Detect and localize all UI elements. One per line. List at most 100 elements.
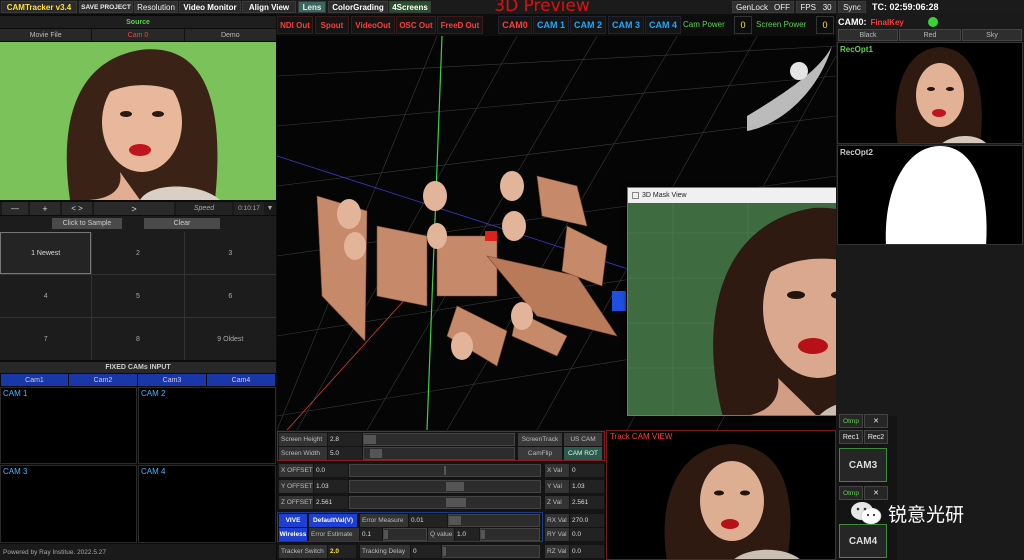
prev-frame-button[interactable]: — [2, 202, 28, 215]
z-offset-slider[interactable] [349, 496, 541, 509]
screen-width-knob[interactable] [370, 449, 382, 458]
y-offset-value[interactable]: 1.03 [314, 480, 348, 493]
play-button[interactable]: > [94, 202, 174, 215]
tab-black[interactable]: Black [838, 29, 898, 41]
cam-flip-button[interactable]: CamFlip [518, 447, 562, 460]
cam3-button[interactable]: CAM 3 [608, 16, 644, 34]
error-measure-value[interactable]: 0.01 [409, 514, 447, 527]
ndi-out-button[interactable]: NDI Out [277, 16, 313, 34]
swap-button[interactable]: < > [62, 202, 92, 215]
screen-width-slider[interactable] [363, 447, 515, 460]
save-project-button[interactable]: SAVE PROJECT [79, 1, 133, 13]
error-measure-slider[interactable] [448, 514, 540, 527]
x-offset-value[interactable]: 0.0 [314, 464, 348, 477]
rec1-button[interactable]: Rec1 [839, 430, 863, 444]
click-to-sample-button[interactable]: Click to Sample [52, 218, 122, 229]
next-frame-button[interactable]: + [30, 202, 60, 215]
x-offset-slider[interactable] [349, 464, 541, 477]
otmp-button[interactable]: Otmp [839, 414, 863, 428]
rec-opt2-view[interactable]: RecOpt2 [837, 145, 1023, 245]
freed-out-button[interactable]: FreeD Out [437, 16, 483, 34]
clear-button[interactable]: Clear [144, 218, 220, 229]
cam0-button[interactable]: CAM0 [498, 16, 532, 34]
cam-rot-button[interactable]: CAM ROT [564, 447, 602, 460]
genlock-indicator[interactable]: GenLock OFF [732, 1, 794, 13]
resolution-button[interactable]: Resolution [134, 1, 178, 13]
sample-slot[interactable]: 7 [0, 318, 92, 360]
fixed-cam4-selector[interactable]: Cam4 [207, 374, 275, 386]
error-estimate-value[interactable]: 0.1 [360, 528, 382, 541]
time-display: 0:10:17 [234, 202, 264, 215]
z-offset-value[interactable]: 2.561 [314, 496, 348, 509]
screen-power-value[interactable]: 0 [816, 16, 834, 34]
rec2-button[interactable]: Rec2 [864, 430, 888, 444]
rec-opt1-view[interactable]: RecOpt1 [837, 42, 1023, 144]
default-val-button[interactable]: DefaultVal(V) [309, 514, 357, 527]
align-view-button[interactable]: Align View [242, 1, 296, 13]
x-offset-knob[interactable] [444, 466, 446, 475]
color-grading-button[interactable]: ColorGrading [328, 1, 388, 13]
track-cam-view[interactable]: Track CAM VIEW [606, 430, 836, 560]
cam1-button[interactable]: CAM 1 [533, 16, 569, 34]
z-offset-knob[interactable] [446, 498, 466, 507]
spout-button[interactable]: Spout [315, 16, 349, 34]
fixed-cam1-view[interactable]: CAM 1 [0, 387, 137, 464]
screen-width-value[interactable]: 5.0 [328, 447, 362, 460]
q-value-slider[interactable] [480, 528, 540, 541]
sync-button[interactable]: Sync [838, 1, 866, 13]
sample-slot[interactable]: 5 [92, 275, 184, 317]
tracking-delay-value[interactable]: 0 [411, 545, 441, 558]
us-cam-button[interactable]: US CAM [564, 433, 602, 446]
speed-slider[interactable]: Speed [176, 202, 232, 215]
screen-height-knob[interactable] [364, 435, 376, 444]
fixed-cam4-view[interactable]: CAM 4 [138, 465, 276, 543]
q-value-value[interactable]: 1.0 [455, 528, 479, 541]
video-out-button[interactable]: VideoOut [351, 16, 395, 34]
sample-slot[interactable]: 3 [184, 232, 276, 274]
error-measure-knob[interactable] [449, 516, 461, 525]
tab-red[interactable]: Red [899, 29, 961, 41]
sample-slot[interactable]: 8 [92, 318, 184, 360]
four-screens-button[interactable]: 4Screens [389, 1, 431, 13]
video-monitor-button[interactable]: Video Monitor [179, 1, 241, 13]
tab-sky[interactable]: Sky [962, 29, 1022, 41]
tracking-delay-slider[interactable] [442, 545, 540, 558]
time-dropdown-icon[interactable]: ▼ [264, 202, 276, 215]
screen-height-slider[interactable] [363, 433, 515, 446]
screen-height-value[interactable]: 2.8 [328, 433, 362, 446]
sample-slot[interactable]: 4 [0, 275, 92, 317]
tab-cam0[interactable]: Cam 0 [92, 29, 185, 41]
fixed-cam1-selector[interactable]: Cam1 [1, 374, 68, 386]
tab-demo[interactable]: Demo [184, 29, 276, 41]
fixed-cam2-selector[interactable]: Cam2 [69, 374, 137, 386]
y-offset-knob[interactable] [446, 482, 464, 491]
cam3-quick-button[interactable]: CAM3 [839, 448, 887, 482]
y-offset-slider[interactable] [349, 480, 541, 493]
sample-slot[interactable]: 6 [184, 275, 276, 317]
tracking-delay-knob[interactable] [443, 547, 446, 556]
vive-button[interactable]: VIVE [279, 514, 307, 527]
sample-slot[interactable]: 2 [92, 232, 184, 274]
sample-slot[interactable]: 1 Newest [0, 232, 92, 274]
q-value-knob[interactable] [481, 530, 485, 539]
error-estimate-label: Error Estimate [309, 528, 359, 541]
wireless-button[interactable]: Wireless [279, 528, 307, 541]
cam2-button[interactable]: CAM 2 [570, 16, 606, 34]
error-estimate-slider[interactable] [383, 528, 427, 541]
tab-movie-file[interactable]: Movie File [0, 29, 93, 41]
screen-width-label: Screen Width [279, 447, 327, 460]
tracker-switch-value[interactable]: 2.0 [328, 545, 356, 558]
tracking-delay-label: Tracking Delay [360, 545, 410, 558]
cam4-button[interactable]: CAM 4 [645, 16, 681, 34]
close-icon[interactable]: ✕ [864, 414, 888, 428]
screen-track-button[interactable]: ScreenTrack [518, 433, 562, 446]
lens-button[interactable]: Lens [298, 1, 326, 13]
cam-power-value[interactable]: 0 [734, 16, 752, 34]
fixed-cam2-view[interactable]: CAM 2 [138, 387, 276, 464]
sample-slot[interactable]: 9 Oldest [184, 318, 276, 360]
error-estimate-knob[interactable] [384, 530, 388, 539]
cam4-quick-button[interactable]: CAM4 [839, 524, 887, 558]
fixed-cam3-selector[interactable]: Cam3 [138, 374, 206, 386]
fixed-cam3-view[interactable]: CAM 3 [0, 465, 137, 543]
osc-out-button[interactable]: OSC Out [396, 16, 436, 34]
